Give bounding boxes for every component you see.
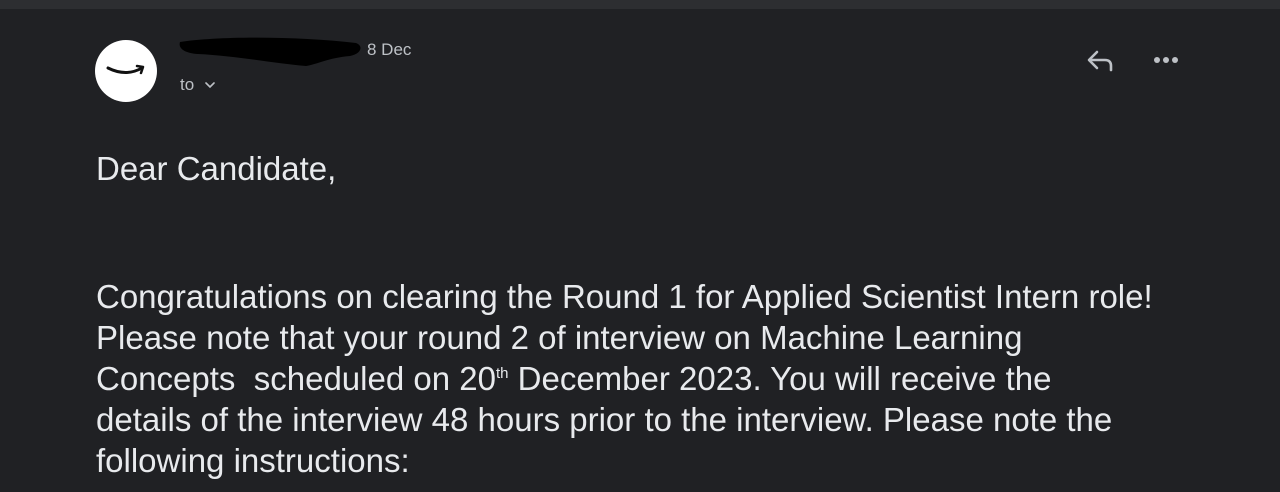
body-line-2: Please note that your round 2 of intervi… (96, 319, 1023, 356)
greeting: Dear Candidate, (96, 150, 337, 187)
top-bar (0, 0, 1280, 9)
more-horizontal-icon (1154, 57, 1178, 63)
reply-icon (1087, 50, 1113, 72)
chevron-down-icon[interactable] (204, 79, 216, 91)
body-line-3: Concepts scheduled on 20th December 2023… (96, 358, 1216, 399)
amazon-smile-logo (106, 64, 145, 75)
sender-avatar[interactable] (95, 40, 157, 102)
sender-name-redacted (179, 37, 361, 66)
message-date: 8 Dec (367, 40, 412, 59)
to-label: to (180, 75, 195, 94)
ordinal-suffix: th (495, 365, 509, 382)
reply-button[interactable] (1082, 44, 1118, 76)
body-line-5: following instructions: (96, 442, 410, 479)
recipients-row[interactable]: to (180, 75, 216, 95)
more-options-button[interactable] (1146, 44, 1186, 76)
message-body: Dear Candidate, Congratulations on clear… (96, 148, 1216, 481)
body-line-3-a: Concepts scheduled on 20 (96, 360, 496, 397)
body-line-4: details of the interview 48 hours prior … (96, 401, 1113, 438)
body-line-3-b: December 2023. You will receive the (508, 360, 1052, 397)
body-line-1: Congratulations on clearing the Round 1 … (96, 278, 1153, 315)
